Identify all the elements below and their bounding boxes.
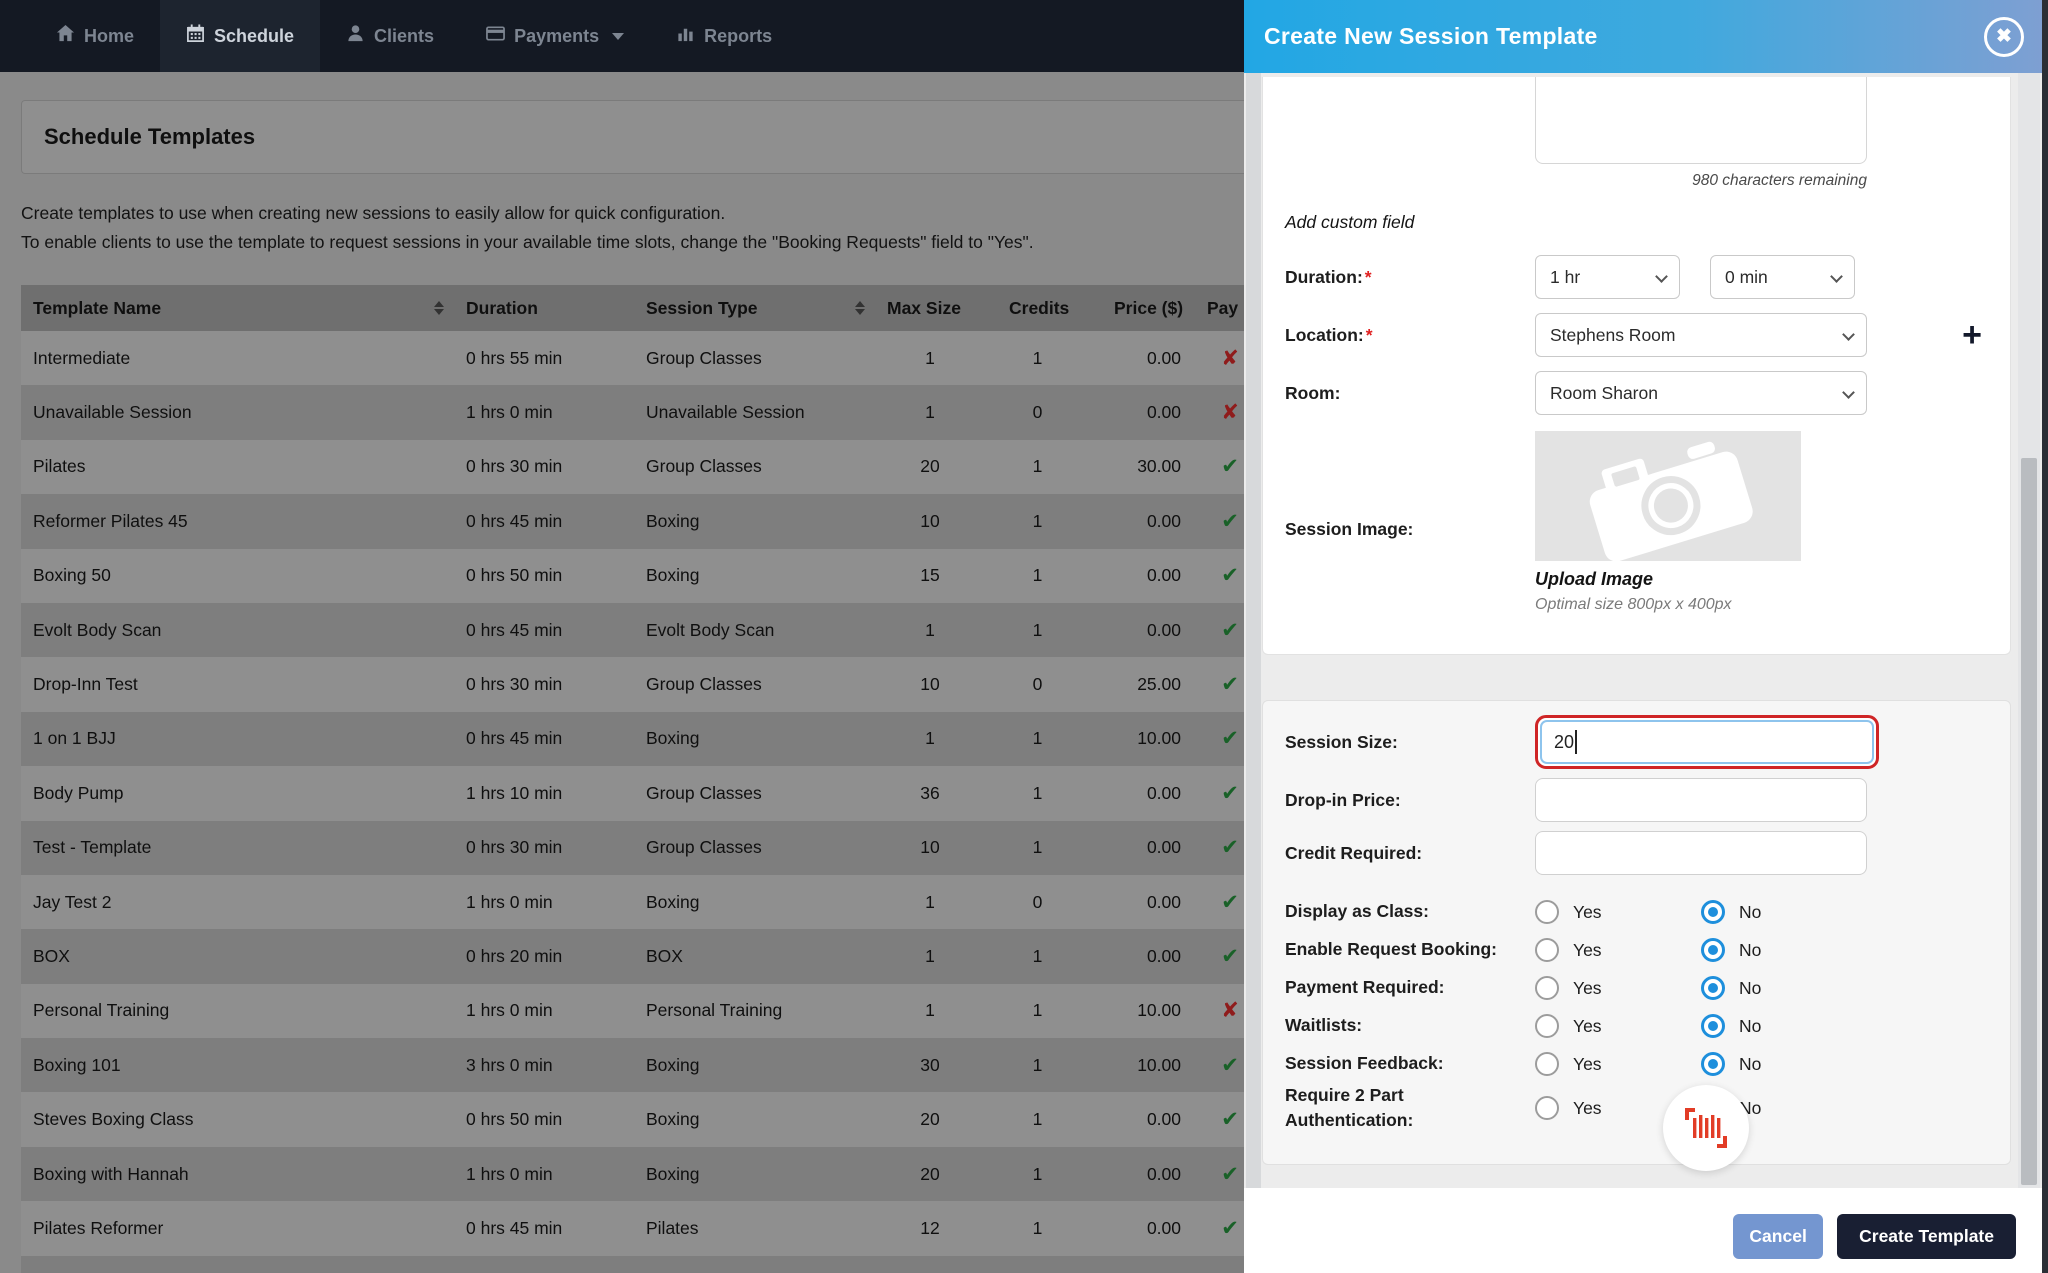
modal-body: 980 characters remaining Add custom fiel… (1244, 73, 2048, 1188)
image-size-hint: Optimal size 800px x 400px (1535, 596, 1732, 613)
modal-footer: Cancel Create Template (1244, 1188, 2048, 1273)
radio-yes[interactable] (1535, 1096, 1559, 1121)
calendar-icon (186, 24, 205, 48)
duration-minutes-select[interactable]: 0 min (1710, 255, 1855, 299)
barcode-scan-icon (1685, 1108, 1727, 1148)
create-template-button[interactable]: Create Template (1837, 1214, 2016, 1259)
credit-required-input[interactable] (1535, 831, 1867, 875)
nav-item-clients[interactable]: Clients (320, 0, 460, 72)
dropin-price-label: Drop-in Price: (1285, 789, 1401, 810)
location-label: Location: * (1285, 324, 1373, 345)
chevron-down-icon (1830, 270, 1843, 283)
add-custom-field-link[interactable]: Add custom field (1285, 212, 1414, 233)
text-cursor (1575, 730, 1578, 754)
chevron-down-icon (1655, 270, 1668, 283)
session-image-label: Session Image: (1285, 519, 1414, 539)
caret-down-icon (612, 32, 625, 40)
highlight-ring: 20 (1535, 715, 1879, 769)
modal-section-settings: Session Size: 20 Drop-in Price: Credit R… (1262, 700, 2011, 1171)
required-asterisk: * (1364, 266, 1372, 287)
session-size-input[interactable]: 20 (1540, 720, 1874, 764)
radio-no[interactable] (1701, 1014, 1725, 1038)
modal-title: Create New Session Template (1264, 23, 1598, 49)
duration-label: Duration: * (1285, 266, 1372, 287)
credit-required-label: Credit Required: (1285, 842, 1423, 863)
dropin-price-input[interactable] (1535, 778, 1867, 822)
description-textarea[interactable] (1535, 77, 1867, 164)
session-size-label: Session Size: (1285, 731, 1398, 752)
person-icon (346, 24, 365, 48)
radio-yes[interactable] (1535, 900, 1559, 924)
radio-yes[interactable] (1535, 938, 1559, 962)
home-icon (56, 24, 75, 48)
bar-chart-icon (676, 24, 695, 48)
card-icon (486, 24, 505, 48)
required-asterisk: * (1365, 324, 1373, 345)
radio-yes[interactable] (1535, 1052, 1559, 1076)
scrollbar-thumb[interactable] (2021, 458, 2037, 1185)
modal-header: Create New Session Template ✖ (1244, 0, 2048, 73)
radio-row: Display as Class: Yes No (1285, 893, 2010, 931)
duration-hours-select[interactable]: 1 hr (1535, 255, 1680, 299)
room-label: Room: (1285, 382, 1341, 403)
radio-yes[interactable] (1535, 976, 1559, 1000)
nav-item-schedule[interactable]: Schedule (160, 0, 321, 72)
chevron-down-icon (1842, 328, 1855, 341)
nav-item-payments[interactable]: Payments (460, 0, 650, 72)
close-icon: ✖ (1996, 26, 2012, 47)
radio-row: Enable Request Booking: Yes No (1285, 931, 2010, 969)
nav-item-home[interactable]: Home (30, 0, 160, 72)
radio-no[interactable] (1701, 1052, 1725, 1076)
chevron-down-icon (1842, 386, 1855, 399)
create-session-template-modal: Create New Session Template ✖ 980 charac… (1244, 0, 2048, 1273)
modal-scrollbar[interactable] (2018, 73, 2040, 1188)
loading-badge (1663, 1085, 1749, 1171)
room-select[interactable]: Room Sharon (1535, 371, 1867, 415)
modal-section-details: 980 characters remaining Add custom fiel… (1262, 77, 2011, 655)
upload-image-link[interactable]: Upload Image (1535, 569, 1653, 590)
radio-no[interactable] (1701, 976, 1725, 1000)
cancel-button[interactable]: Cancel (1733, 1214, 1824, 1259)
nav-item-reports[interactable]: Reports (650, 0, 798, 72)
characters-remaining: 980 characters remaining (1692, 172, 1867, 189)
radio-row: Payment Required: Yes No (1285, 969, 2010, 1007)
radio-no[interactable] (1701, 938, 1725, 962)
camera-icon (1589, 441, 1753, 561)
session-image-placeholder[interactable] (1535, 431, 1801, 561)
radio-row: Session Feedback: Yes No (1285, 1045, 2010, 1083)
radio-no[interactable] (1701, 900, 1725, 924)
radio-row: Require 2 Part Authentication: Yes No (1285, 1085, 1762, 1131)
location-select[interactable]: Stephens Room (1535, 313, 1867, 357)
page-scrollbar[interactable] (1246, 73, 1261, 1188)
close-button[interactable]: ✖ (1984, 16, 2024, 57)
add-location-plus-icon[interactable]: + (1962, 318, 1982, 352)
radio-yes[interactable] (1535, 1014, 1559, 1038)
window-edge (2042, 0, 2048, 1273)
radio-row: Waitlists: Yes No (1285, 1007, 2010, 1045)
